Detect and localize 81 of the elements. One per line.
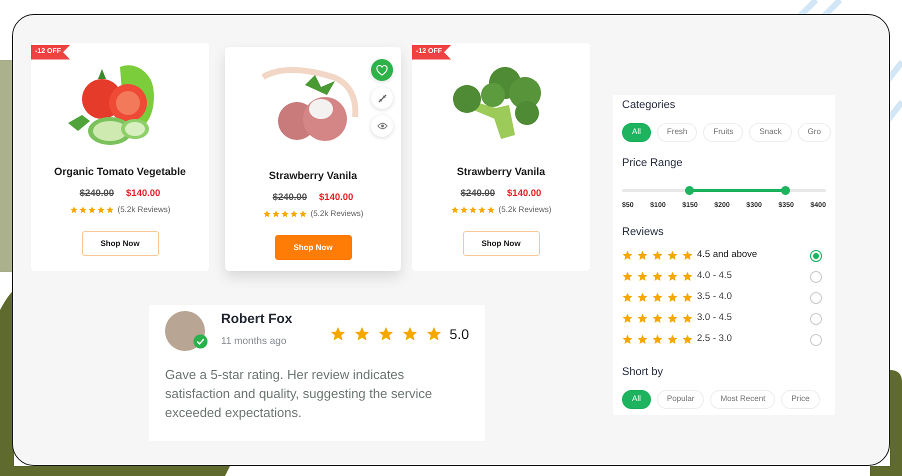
product-name: Organic Tomato Vegetable (54, 165, 186, 180)
star-icon (682, 313, 693, 324)
star-icon (667, 313, 678, 324)
old-price: $240.00 (460, 186, 495, 201)
filter-chip[interactable]: Popular (656, 390, 704, 408)
section-title: Categories (622, 98, 676, 113)
filter-chip[interactable]: Fresh (656, 122, 698, 142)
star-icon (354, 326, 370, 342)
review-count: (5.2k Reviews) (310, 208, 364, 220)
radio-button[interactable] (810, 250, 822, 262)
quick-view-button[interactable] (371, 115, 393, 137)
product-name: Strawberry Vanila (268, 169, 358, 184)
filter-chip[interactable]: Gro (798, 122, 831, 142)
star-icon (652, 292, 663, 303)
filter-chip[interactable]: All (622, 390, 651, 408)
radio-button[interactable] (810, 334, 822, 346)
review-count: (5.2k Reviews) (118, 204, 170, 216)
section-title: Price Range (622, 156, 684, 170)
rating-option-label: 3.5 - 4.0 (697, 290, 732, 304)
radio-button[interactable] (810, 312, 822, 324)
star-icon (402, 326, 418, 342)
shop-now-button[interactable]: Shop Now (462, 231, 540, 256)
star-icon (622, 292, 633, 303)
star-icon (652, 250, 663, 261)
rating-value: 5.0 (450, 324, 469, 344)
star-icon (682, 271, 693, 282)
filter-chip[interactable]: All (622, 122, 651, 142)
price-slider[interactable] (622, 189, 826, 192)
star-icon (667, 250, 678, 261)
shop-now-button[interactable]: Shop Now (82, 231, 158, 256)
section-title: Short by (622, 365, 664, 380)
sale-price: $140.00 (507, 186, 542, 201)
old-price: $240.00 (272, 190, 307, 205)
compare-button[interactable] (371, 87, 393, 109)
sale-price: $140.00 (126, 186, 160, 201)
slider-thumb[interactable] (684, 186, 694, 195)
star-icon (667, 334, 678, 345)
review-text: Gave a 5-star rating. Her review indicates satisfaction and quality, suggesting the service exceeded expectations. (165, 366, 434, 422)
star-icon (637, 271, 648, 282)
slider-thumb[interactable] (780, 186, 790, 195)
rating-option-label: 3.0 - 4.5 (697, 311, 732, 326)
filter-chip[interactable]: Snack (749, 122, 792, 142)
star-icon (637, 292, 648, 303)
heart-icon (376, 64, 388, 76)
star-icon (622, 271, 633, 282)
review-count: (5.2k Reviews) (498, 204, 552, 216)
star-icon (682, 250, 693, 261)
filter-chip[interactable]: Most Recent (710, 390, 776, 408)
star-icon (637, 250, 648, 261)
star-icon (667, 271, 678, 282)
star-icon (652, 271, 663, 282)
star-icon (682, 292, 693, 303)
filter-chip[interactable]: Price (781, 390, 820, 408)
rating-option-label: 2.5 - 3.0 (697, 332, 732, 346)
product-name: Strawberry Vanila (456, 165, 546, 180)
radio-button[interactable] (810, 292, 822, 304)
eye-icon (376, 122, 388, 130)
star-icon (426, 326, 442, 342)
star-icon (622, 334, 633, 345)
rating-option-label: 4.5 and above (697, 248, 758, 262)
star-icon (378, 326, 394, 342)
star-icon (330, 326, 346, 342)
section-title: Reviews (622, 224, 665, 240)
wishlist-button[interactable] (371, 59, 393, 81)
review-time: 11 months ago (221, 334, 288, 349)
reviewer-name: Robert Fox (221, 310, 292, 328)
sale-price: $140.00 (319, 190, 354, 205)
filter-chip[interactable]: Fruits (703, 122, 744, 142)
star-icon (637, 334, 648, 345)
star-icon (622, 313, 633, 324)
star-icon (637, 313, 648, 324)
star-icon (682, 334, 693, 345)
old-price: $240.00 (80, 186, 114, 201)
rating-option-label: 4.0 - 4.5 (697, 269, 732, 284)
shop-now-button[interactable]: Shop Now (274, 235, 352, 260)
star-icon (622, 250, 633, 261)
radio-button[interactable] (810, 270, 822, 282)
star-icon (652, 313, 663, 324)
link-icon (378, 94, 386, 102)
star-icon (667, 292, 678, 303)
star-icon (652, 334, 663, 345)
